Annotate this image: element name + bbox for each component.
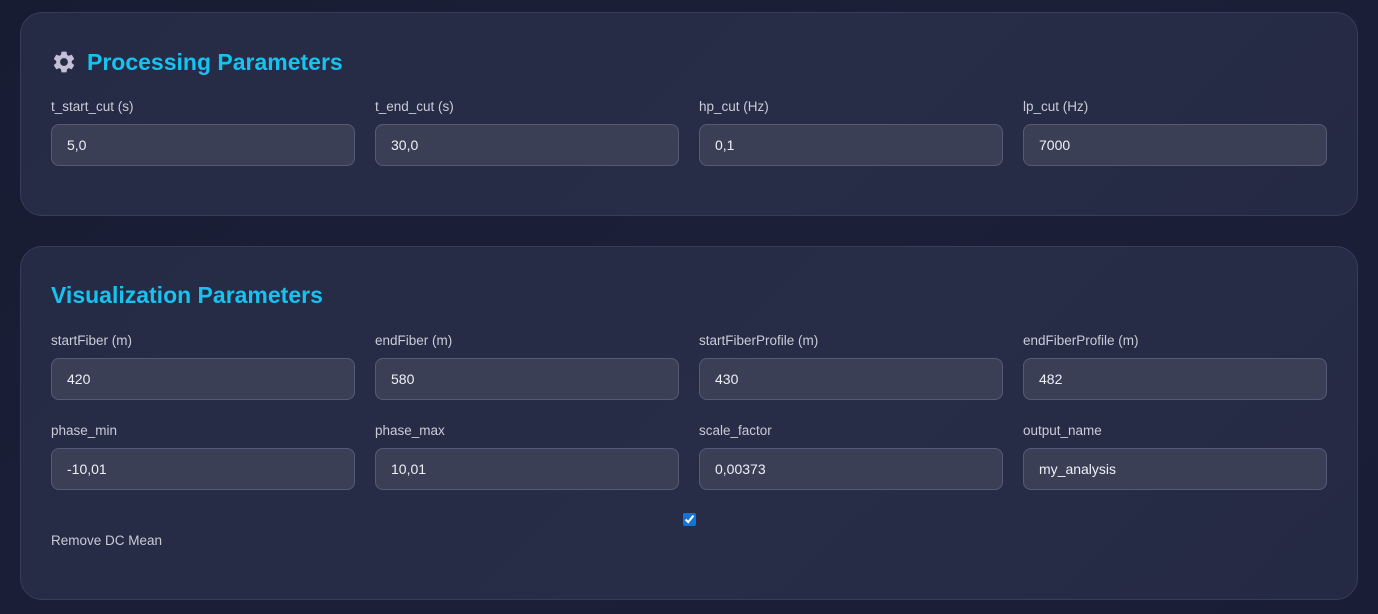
visualization-parameters-title: Visualization Parameters [51,284,323,307]
t-start-cut-input[interactable] [51,124,355,166]
start-fiber-profile-label: startFiberProfile (m) [699,333,819,348]
scale-factor-field: scale_factor [699,423,1003,490]
end-fiber-label: endFiber (m) [375,333,453,348]
lp-cut-label: lp_cut (Hz) [1023,99,1089,114]
phase-max-label: phase_max [375,423,445,438]
output-name-field: output_name [1023,423,1327,490]
visualization-fields-row-2: phase_min phase_max scale_factor output_… [51,423,1327,490]
t-start-cut-label: t_start_cut (s) [51,99,134,114]
processing-parameters-panel: Processing Parameters t_start_cut (s) t_… [20,12,1358,216]
remove-dc-mean-row: Remove DC Mean [51,509,1327,553]
phase-max-input[interactable] [375,448,679,490]
start-fiber-label: startFiber (m) [51,333,132,348]
visualization-fields-row-1: startFiber (m) endFiber (m) startFiberPr… [51,333,1327,400]
hp-cut-input[interactable] [699,124,1003,166]
t-end-cut-field: t_end_cut (s) [375,99,679,166]
scale-factor-input[interactable] [699,448,1003,490]
remove-dc-mean-label: Remove DC Mean [51,533,163,548]
output-name-label: output_name [1023,423,1102,438]
phase-min-field: phase_min [51,423,355,490]
processing-title-text: Processing Parameters [87,48,343,75]
hp-cut-field: hp_cut (Hz) [699,99,1003,166]
processing-parameters-title: Processing Parameters [51,49,343,75]
phase-max-field: phase_max [375,423,679,490]
lp-cut-field: lp_cut (Hz) [1023,99,1327,166]
visualization-parameters-panel: Visualization Parameters startFiber (m) … [20,246,1358,600]
end-fiber-input[interactable] [375,358,679,400]
start-fiber-input[interactable] [51,358,355,400]
end-fiber-field: endFiber (m) [375,333,679,400]
phase-min-label: phase_min [51,423,118,438]
output-name-input[interactable] [1023,448,1327,490]
scale-factor-label: scale_factor [699,423,772,438]
t-end-cut-input[interactable] [375,124,679,166]
end-fiber-profile-label: endFiberProfile (m) [1023,333,1139,348]
remove-dc-mean-checkbox[interactable] [683,513,696,526]
gear-icon [53,51,75,73]
end-fiber-profile-input[interactable] [1023,358,1327,400]
processing-fields-grid: t_start_cut (s) t_end_cut (s) hp_cut (Hz… [51,99,1327,166]
start-fiber-profile-input[interactable] [699,358,1003,400]
t-start-cut-field: t_start_cut (s) [51,99,355,166]
lp-cut-input[interactable] [1023,124,1327,166]
start-fiber-field: startFiber (m) [51,333,355,400]
start-fiber-profile-field: startFiberProfile (m) [699,333,1003,400]
phase-min-input[interactable] [51,448,355,490]
visualization-title-text: Visualization Parameters [51,282,323,308]
end-fiber-profile-field: endFiberProfile (m) [1023,333,1327,400]
hp-cut-label: hp_cut (Hz) [699,99,769,114]
t-end-cut-label: t_end_cut (s) [375,99,454,114]
